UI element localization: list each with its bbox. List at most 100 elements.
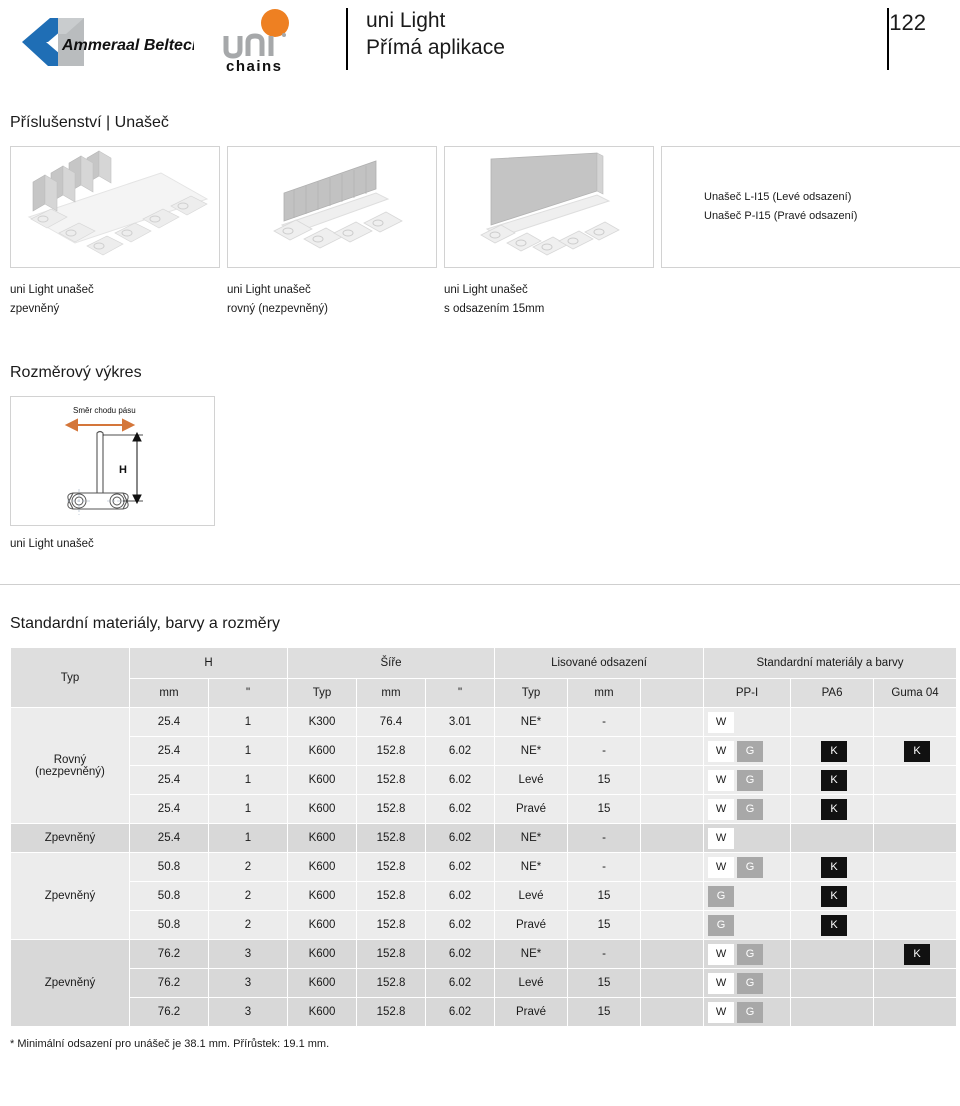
subheader-ods-mm: mm [568, 679, 641, 708]
cell-material-pa6: K [791, 911, 874, 940]
accessory-caption-reinforced-line1: uni Light unašeč [10, 284, 94, 296]
drawing-caption: uni Light unašeč [10, 538, 94, 551]
drawing-heading: Rozměrový výkres [10, 364, 142, 382]
cleat-offset-image [444, 146, 654, 268]
material-chip-g: G [737, 798, 764, 820]
material-chip-w: W [708, 1001, 735, 1023]
material-chip-k: K [821, 856, 848, 878]
subheader-sire-mm: mm [357, 679, 425, 708]
cell-h-mm: 50.8 [130, 882, 208, 911]
height-dimension-label: H [119, 464, 127, 476]
cell-material-guma: K [874, 940, 957, 969]
cell-ods-typ: Levé [495, 969, 568, 998]
spec-table-head: Typ H Šíře Lisované odsazení Standardní … [11, 648, 957, 708]
page-title-line1: uni Light [366, 9, 446, 32]
cell-material-pa6: K [791, 795, 874, 824]
cell-material-pa6: K [791, 853, 874, 882]
row-group-label: Zpevněný [11, 853, 129, 940]
subheader-h-mm: mm [130, 679, 208, 708]
cell-material-pa6 [791, 969, 874, 998]
subheader-sire-inch: " [426, 679, 495, 708]
accessory-item-straight: uni Light unašeč rovný (nezpevněný) [227, 146, 437, 318]
material-chip-g: G [737, 856, 764, 878]
cell-ods-typ: NE* [495, 737, 568, 766]
cell-material-guma [874, 998, 957, 1027]
spec-table-group-header-row: Typ H Šíře Lisované odsazení Standardní … [11, 648, 957, 708]
cell-sire-in: 6.02 [426, 853, 495, 882]
cell-material-pa6: K [791, 882, 874, 911]
cell-ods-typ: Pravé [495, 795, 568, 824]
cell-sire-typ: K600 [288, 998, 356, 1027]
material-chip-w: W [708, 972, 735, 994]
cell-ods-mm: 15 [568, 911, 641, 940]
variant-label-right: Unašeč P-I15 (Pravé odsazení) [704, 210, 858, 222]
cell-ods-typ: NE* [495, 708, 568, 737]
row-group-label: Zpevněný [11, 824, 129, 853]
page-number: 122 [889, 10, 926, 35]
table-row: 25.4 1 K600 152.8 6.02 Pravé 15 W G K [11, 795, 957, 824]
cell-sire-typ: K600 [288, 853, 356, 882]
accessory-caption-straight: uni Light unašeč rovný (nezpevněný) [227, 281, 437, 318]
cleat-straight-image [227, 146, 437, 268]
cell-material-pa6 [791, 824, 874, 853]
cell-material-guma [874, 853, 957, 882]
cleat-variant-textbox: Unašeč L-I15 (Levé odsazení) Unašeč P-I1… [661, 146, 960, 268]
cell-ods-blank [641, 766, 704, 795]
table-row: Rovný (nezpevněný) 25.4 1 K300 76.4 3.01 NE* - W [11, 708, 957, 824]
row-group-label-line1: Zpevněný [44, 890, 96, 903]
cell-sire-typ: K600 [288, 795, 356, 824]
material-chip-w: W [708, 711, 735, 733]
cell-h-in: 3 [209, 969, 287, 998]
accessory-caption-offset-line2: s odsazením 15mm [444, 302, 545, 315]
cell-sire-mm: 76.4 [357, 708, 425, 737]
cell-sire-mm: 152.8 [357, 940, 425, 969]
header-divider-left [346, 8, 348, 70]
cell-sire-mm: 152.8 [357, 795, 425, 824]
accessory-item-offset: uni Light unašeč s odsazením 15mm [444, 146, 654, 318]
header-sire: Šíře [288, 648, 495, 679]
cell-material-guma [874, 795, 957, 824]
cell-material-pa6 [791, 708, 874, 737]
cell-material-pa6 [791, 940, 874, 969]
accessory-caption-reinforced: uni Light unašeč zpevněný [10, 281, 220, 318]
table-row: 25.4 1 K600 152.8 6.02 NE* - W G K K [11, 737, 957, 766]
spec-table-section: Standardní materiály, barvy a rozměry Ty… [0, 615, 960, 1050]
material-chip-w: W [708, 827, 735, 849]
material-chip-g: G [708, 914, 735, 936]
material-chip-w: W [708, 740, 735, 762]
cell-ods-mm: - [568, 708, 641, 737]
cell-ods-typ: Levé [495, 882, 568, 911]
cell-h-mm: 50.8 [130, 911, 208, 940]
spec-table-sub-header-row: mm " Typ mm " Typ mm PP-I PA6 Guma 04 [11, 679, 957, 708]
cell-h-mm: 25.4 [130, 766, 208, 795]
cell-material-guma [874, 708, 957, 737]
table-row: 76.2 3 K600 152.8 6.02 Pravé 15 W G [11, 998, 957, 1027]
cell-h-in: 3 [209, 940, 287, 969]
row-group-label-line2: (nezpevněný) [35, 765, 105, 778]
material-chip-k: K [904, 740, 931, 762]
cell-sire-in: 6.02 [426, 766, 495, 795]
cell-h-mm: 76.2 [130, 940, 208, 969]
cell-material-guma: K [874, 737, 957, 766]
spec-table: Typ H Šíře Lisované odsazení Standardní … [10, 647, 958, 1028]
cell-h-mm: 25.4 [130, 708, 208, 737]
cell-ods-blank [641, 911, 704, 940]
material-chip-g: G [737, 943, 764, 965]
cell-ods-mm: 15 [568, 766, 641, 795]
cell-sire-mm: 152.8 [357, 969, 425, 998]
spec-table-footnote: * Minimální odsazení pro unášeč je 38.1 … [10, 1038, 330, 1051]
cell-ods-typ: NE* [495, 824, 568, 853]
cell-ods-blank [641, 969, 704, 998]
cell-sire-typ: K600 [288, 882, 356, 911]
table-row: Zpevněný 76.2 3 K600 152.8 6.02 NE* - W G K [11, 940, 957, 1027]
cell-material-guma [874, 824, 957, 853]
subheader-ods-blank [641, 679, 704, 708]
svg-text:Ammeraal Beltech: Ammeraal Beltech [61, 37, 194, 54]
cell-h-mm: 25.4 [130, 824, 208, 853]
variant-label-left: Unašeč L-I15 (Levé odsazení) [704, 190, 852, 203]
cell-sire-typ: K600 [288, 911, 356, 940]
uni-chains-logo: chains [216, 6, 316, 76]
accessory-caption-offset: uni Light unašeč s odsazením 15mm [444, 281, 654, 318]
cell-sire-in: 6.02 [426, 940, 495, 969]
cell-ods-mm: 15 [568, 795, 641, 824]
